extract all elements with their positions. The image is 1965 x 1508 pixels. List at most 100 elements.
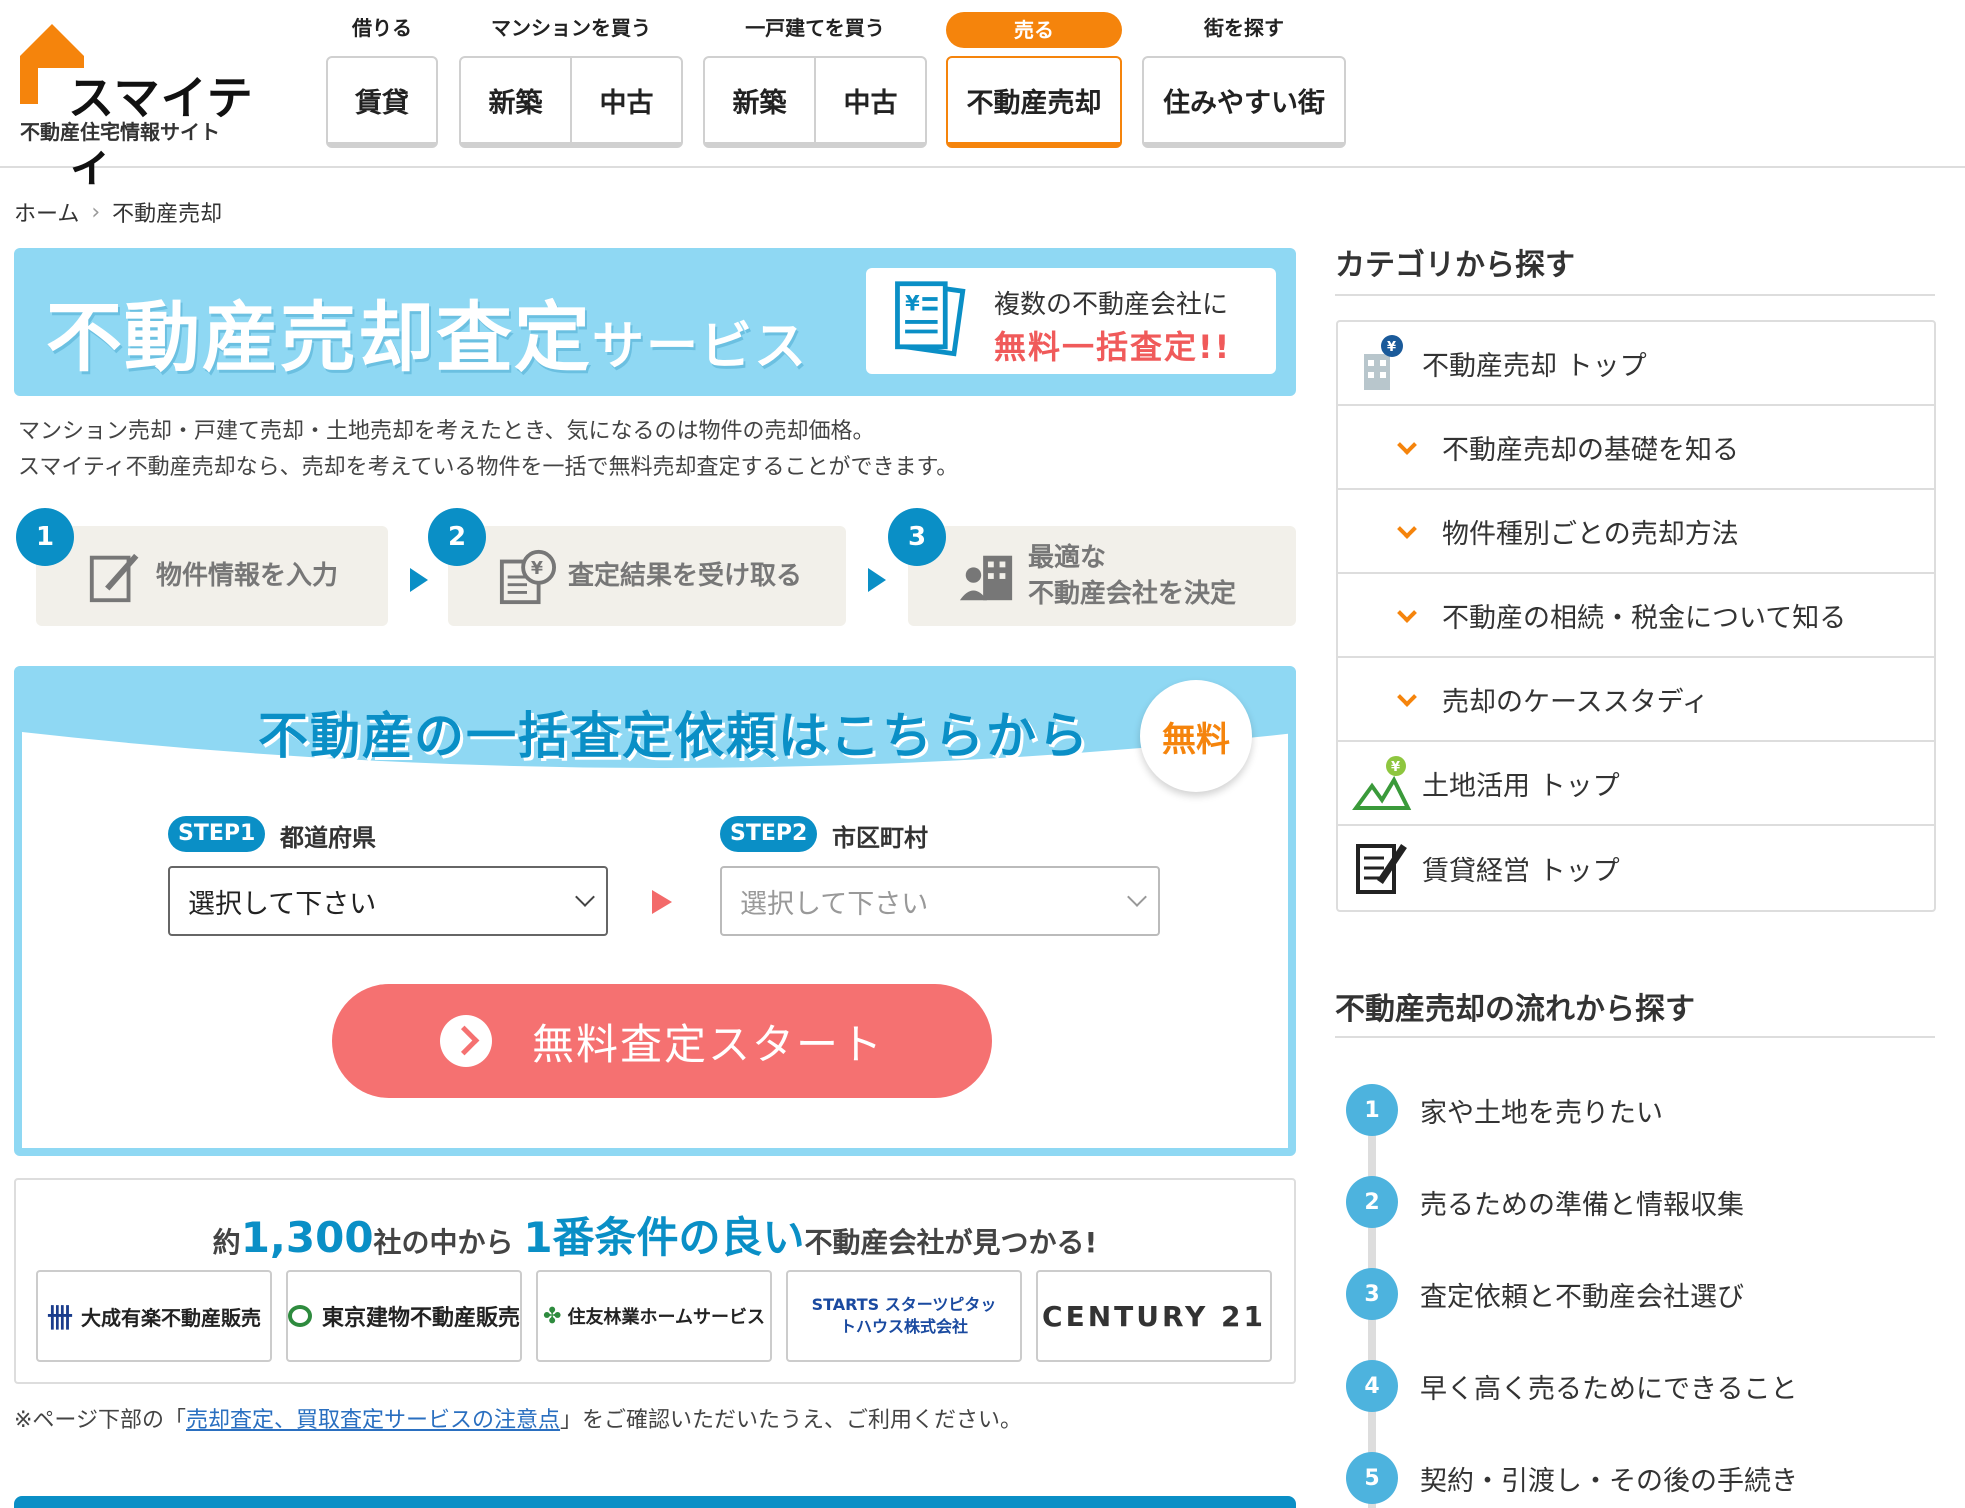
category-item-basics[interactable]: 不動産売却の基礎を知る [1338,406,1934,490]
category-label: 不動産売却 トップ [1422,350,1647,382]
category-item-sale-top[interactable]: ¥ 不動産売却 トップ [1338,322,1934,406]
start-free-estimate-button[interactable]: 無料査定スタート [332,984,992,1098]
nav-box-rent: 賃貸 [326,56,438,148]
note-pre: ※ページ下部の「 [14,1408,186,1433]
nav-box-buy-house: 新築 中古 [703,56,927,148]
flow-label: 契約・引渡し・その後の手続き [1420,1465,1798,1497]
prefecture-select[interactable]: 選択して下さい [168,866,608,936]
step1-pill: STEP1 [168,816,266,852]
divider [1335,1036,1935,1038]
headline-mid: 社の中から [373,1226,514,1259]
nav-category-buy-mansion: マンションを買う [491,16,651,40]
arrow-right-icon [652,890,672,914]
city-select[interactable]: 選択して下さい [720,866,1160,936]
flow-label: 売るための準備と情報収集 [1420,1189,1744,1221]
flow-number-badge: 5 [1346,1452,1398,1504]
category-item-case-study[interactable]: 売却のケーススタディ [1338,658,1934,742]
partner-companies-box: 約1,300社の中から 1番条件の良い不動産会社が見つかる! 卌 大成有楽不動産… [14,1178,1296,1384]
prefecture-select-value: 選択して下さい [188,888,377,920]
company-logo-taisei: 卌 大成有楽不動産販売 [36,1270,272,1362]
company-logo-text: 大成有楽不動産販売 [81,1305,261,1330]
flow-label: 早く高く売るためにできること [1420,1373,1798,1405]
hero-callout: ¥ 複数の不動産会社に 無料一括査定!! [866,268,1276,374]
company-logo-century21: CENTURY 21 [1036,1270,1272,1362]
flow-label: 査定依頼と不動産会社選び [1420,1281,1744,1313]
headline-post: 不動産会社が見つかる! [804,1226,1098,1259]
flow-item-1[interactable]: 1 家や土地を売りたい [1346,1084,1663,1136]
category-label: 売却のケーススタディ [1442,686,1709,718]
company-logo-tokyo-tatemono: 東京建物不動産販売 [286,1270,522,1362]
step-number-badge: 1 [16,508,74,566]
chevron-right-icon: › [91,199,101,225]
step-number-badge: 3 [888,508,946,566]
chevron-down-icon [1127,887,1147,907]
nav-category-sell: 売る [946,12,1122,48]
nav-livable-town-button[interactable]: 住みやすい街 [1144,58,1344,142]
sumitomo-mark-icon: ✤ [543,1303,562,1329]
nav-mansion-used-button[interactable]: 中古 [570,58,681,142]
chevron-down-icon [1397,435,1417,455]
step-label-line1: 最適な [1028,543,1107,573]
category-item-rental-management-top[interactable]: 賃貸経営 トップ [1338,826,1934,910]
prefecture-label: 都道府県 [280,824,376,852]
flow-item-5[interactable]: 5 契約・引渡し・その後の手続き [1346,1452,1798,1504]
category-item-land-use-top[interactable]: ¥ 土地活用 トップ [1338,742,1934,826]
site-logo[interactable]: スマイティ 不動産住宅情報サイト [20,24,260,191]
category-label: 物件種別ごとの売却方法 [1442,518,1739,550]
city-label: 市区町村 [832,824,928,852]
company-logo-sumitomo-forestry: ✤ 住友林業ホームサービス [536,1270,772,1362]
tokyo-tatemono-mark-icon [288,1305,312,1327]
land-yen-icon: ¥ [1352,756,1412,810]
company-logo-text: 住友林業ホームサービス [567,1307,765,1328]
flow-number-badge: 3 [1346,1268,1398,1320]
flow-item-4[interactable]: 4 早く高く売るためにできること [1346,1360,1797,1412]
step-label: 最適な 不動産会社を決定 [1028,540,1236,612]
intro-line1: マンション売却・戸建て売却・土地売却を考えたとき、気になるのは物件の売却価格。 [18,419,875,444]
document-pen-icon [1356,844,1407,894]
svg-text:¥: ¥ [1387,340,1396,355]
flow-number-badge: 1 [1346,1084,1398,1136]
nav-house-new-button[interactable]: 新築 [705,58,814,142]
step-label: 物件情報を入力 [156,561,339,591]
flow-number-badge: 2 [1346,1176,1398,1228]
headline-number: 1,300 [240,1213,374,1262]
nav-category-town: 街を探す [1204,16,1284,40]
step-label-line2: 不動産会社を決定 [1028,579,1237,609]
building-yen-icon: ¥ [1364,335,1403,390]
caution-link[interactable]: 売却査定、買取査定サービスの注意点 [186,1408,560,1433]
nav-house-used-button[interactable]: 中古 [814,58,925,142]
category-item-inheritance-tax[interactable]: 不動産の相続・税金について知る [1338,574,1934,658]
nav-mansion-new-button[interactable]: 新築 [461,58,570,142]
breadcrumb-home-link[interactable]: ホーム [14,196,79,228]
chevron-down-icon [575,887,595,907]
process-step-1: 1 物件情報を入力 [16,508,388,626]
category-label: 賃貸経営 トップ [1422,855,1620,887]
company-logo-text: 東京建物不動産販売 [321,1306,520,1331]
logo-tagline: 不動産住宅情報サイト [20,120,220,144]
nav-category-buy-house: 一戸建てを買う [745,16,885,40]
svg-text:¥: ¥ [1391,760,1400,775]
category-item-property-types[interactable]: 物件種別ごとの売却方法 [1338,490,1934,574]
process-step-2: 2 ¥ 査定結果を受け取る [428,508,846,626]
flow-item-3[interactable]: 3 査定依頼と不動産会社選び [1346,1268,1744,1320]
caution-note: ※ページ下部の「売却査定、買取査定サービスの注意点」をご確認いただいたうえ、ご利… [14,1402,1022,1434]
headline-highlight: 1番条件の良い [523,1213,805,1262]
breadcrumb-current: 不動産売却 [112,202,223,227]
hero-banner: 不動産売却査定サービス ¥ 複数の不動産会社に 無料一括査定!! [14,248,1296,396]
flow-label: 家や土地を売りたい [1420,1097,1663,1129]
nav-category-rent: 借りる [352,16,412,40]
flow-item-2[interactable]: 2 売るための準備と情報収集 [1346,1176,1744,1228]
flow-heading: 不動産売却の流れから探す [1335,992,1695,1027]
company-logo-text: CENTURY 21 [1042,1299,1266,1333]
headline-pre: 約 [212,1226,241,1259]
nav-real-estate-sale-button[interactable]: 不動産売却 [948,58,1120,142]
yen-document-icon: ¥ [499,549,556,605]
chevron-down-icon [1397,519,1417,539]
step-label: 査定結果を受け取る [568,561,803,591]
hero-title-small: サービス [592,317,809,377]
estimate-request-form: 不動産の一括査定依頼はこちらから 無料 STEP1 都道府県 選択して下さい S… [14,666,1296,1156]
step2-pill: STEP2 [720,816,818,852]
nav-rental-button[interactable]: 賃貸 [328,58,436,142]
hero-title: 不動産売却査定サービス [46,276,808,386]
chevron-down-icon [1397,603,1417,623]
